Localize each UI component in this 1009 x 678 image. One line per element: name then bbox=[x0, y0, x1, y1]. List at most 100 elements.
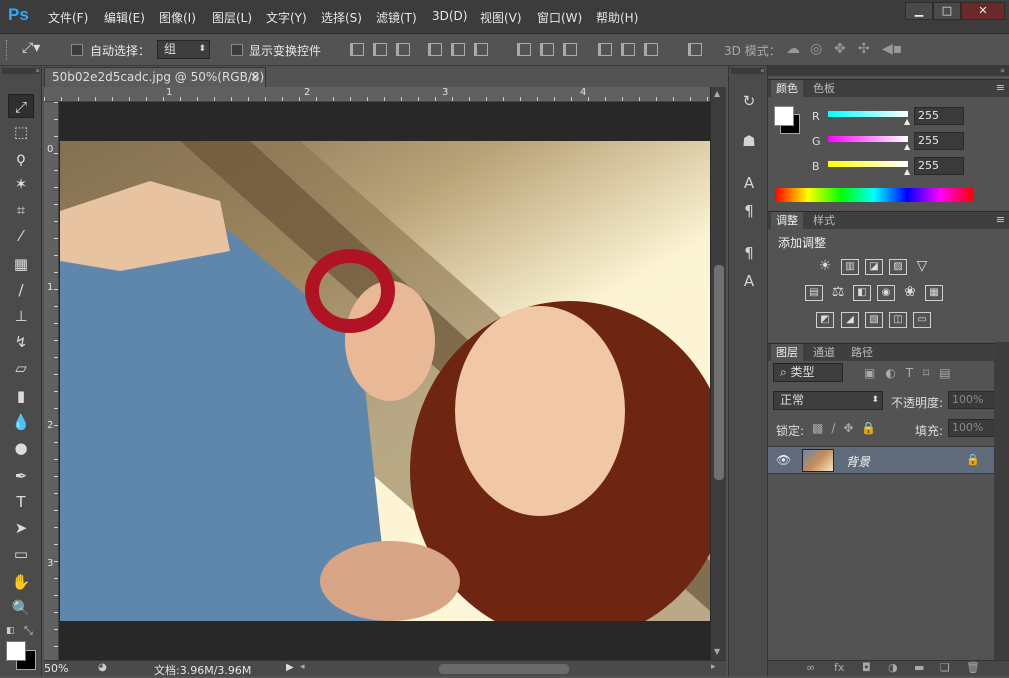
dodge-tool-icon[interactable]: ● bbox=[8, 436, 34, 460]
scroll-right-icon[interactable]: ▸ bbox=[711, 662, 716, 672]
r-value-input[interactable]: 255 bbox=[914, 107, 964, 125]
auto-select-dropdown[interactable]: 组 ⬍ bbox=[157, 40, 210, 59]
tab-swatches[interactable]: 色板 bbox=[808, 80, 840, 98]
tab-channels[interactable]: 通道 bbox=[808, 344, 840, 362]
paragraph-styles-icon[interactable]: A bbox=[737, 270, 761, 292]
path-selection-tool-icon[interactable]: ➤ bbox=[8, 516, 34, 540]
layer-style-icon[interactable]: fx bbox=[834, 661, 844, 674]
zoom-tool-icon[interactable]: 🔍 bbox=[8, 596, 34, 620]
crop-tool-icon[interactable]: ⌗ bbox=[8, 198, 34, 222]
hand-tool-icon[interactable]: ✋ bbox=[8, 570, 34, 594]
tab-paths[interactable]: 路径 bbox=[846, 344, 878, 362]
distribute-hcenter-icon[interactable] bbox=[621, 43, 635, 56]
paragraph-panel-icon[interactable]: ¶ bbox=[737, 200, 761, 222]
menu-edit[interactable]: 编辑(E) bbox=[104, 9, 145, 26]
blend-mode-dropdown[interactable]: 正常 ⬍ bbox=[773, 391, 883, 410]
b-slider-handle-icon[interactable]: ▲ bbox=[904, 167, 910, 176]
layers-scrollbar[interactable] bbox=[994, 342, 1009, 660]
history-brush-tool-icon[interactable]: ↯ bbox=[8, 330, 34, 354]
healing-brush-tool-icon[interactable]: ▦ bbox=[8, 252, 34, 276]
scroll-up-icon[interactable]: ▲ bbox=[714, 89, 720, 98]
levels-icon[interactable]: ▥ bbox=[841, 259, 859, 275]
show-transform-checkbox[interactable] bbox=[231, 44, 243, 56]
tab-color[interactable]: 颜色 bbox=[771, 80, 803, 98]
link-layers-icon[interactable]: ∞ bbox=[806, 661, 815, 674]
r-channel-slider[interactable] bbox=[828, 111, 908, 117]
r-slider-handle-icon[interactable]: ▲ bbox=[904, 117, 910, 126]
layer-filter-icons[interactable]: ▣◐T⌑▤ bbox=[864, 366, 961, 380]
vertical-scroll-thumb[interactable] bbox=[714, 265, 724, 480]
move-tool-preset-icon[interactable]: ⤢▾ bbox=[22, 40, 40, 56]
menu-window[interactable]: 窗口(W) bbox=[537, 9, 582, 26]
distribute-bottom-icon[interactable] bbox=[563, 43, 577, 56]
color-panel-menu-icon[interactable]: ≡ bbox=[996, 81, 1005, 94]
scroll-left-icon[interactable]: ◂ bbox=[300, 662, 305, 672]
menu-file[interactable]: 文件(F) bbox=[48, 9, 88, 26]
tab-styles[interactable]: 样式 bbox=[808, 212, 840, 230]
character-styles-icon[interactable]: ¶ bbox=[737, 242, 761, 264]
panels-collapse-icon[interactable]: » bbox=[768, 66, 1009, 76]
g-channel-slider[interactable] bbox=[828, 136, 908, 142]
horizontal-scroll-thumb[interactable] bbox=[439, 664, 569, 674]
add-mask-icon[interactable]: ◘ bbox=[862, 661, 871, 674]
toolbar-collapse-icon[interactable]: » bbox=[2, 67, 40, 75]
photo-filter-icon[interactable]: ◉ bbox=[877, 285, 895, 301]
align-bottom-icon[interactable] bbox=[396, 43, 410, 56]
menu-image[interactable]: 图像(I) bbox=[159, 9, 196, 26]
magic-wand-tool-icon[interactable]: ✶ bbox=[8, 172, 34, 196]
menu-3d[interactable]: 3D(D) bbox=[432, 9, 467, 23]
pen-tool-icon[interactable]: ✒ bbox=[8, 464, 34, 488]
adjustments-panel-menu-icon[interactable]: ≡ bbox=[996, 213, 1005, 226]
layer-name[interactable]: 背景 bbox=[846, 453, 870, 470]
b-value-input[interactable]: 255 bbox=[914, 157, 964, 175]
move-tool-icon[interactable]: ⤢ bbox=[8, 94, 34, 118]
g-value-input[interactable]: 255 bbox=[914, 132, 964, 150]
character-panel-icon[interactable]: A bbox=[737, 172, 761, 194]
3d-rotate-icon[interactable]: ☁ bbox=[786, 41, 800, 57]
exposure-icon[interactable]: ▨ bbox=[889, 259, 907, 275]
invert-icon[interactable]: ◩ bbox=[816, 312, 834, 328]
close-tab-icon[interactable]: × bbox=[250, 68, 260, 86]
panel-foreground-swatch[interactable] bbox=[774, 106, 794, 126]
3d-roll-icon[interactable]: ◎ bbox=[810, 41, 822, 57]
clone-stamp-tool-icon[interactable]: ⊥ bbox=[8, 304, 34, 328]
gradient-tool-icon[interactable]: ▮ bbox=[8, 384, 34, 408]
actions-panel-icon[interactable]: ☗ bbox=[737, 130, 761, 152]
scroll-down-icon[interactable]: ▼ bbox=[714, 647, 720, 656]
vibrance-icon[interactable]: ▽ bbox=[913, 259, 931, 275]
foreground-color-swatch[interactable] bbox=[6, 641, 26, 661]
marquee-tool-icon[interactable]: ⬚ bbox=[8, 120, 34, 144]
b-channel-slider[interactable] bbox=[828, 161, 908, 167]
blur-tool-icon[interactable]: 💧 bbox=[8, 410, 34, 434]
align-vcenter-icon[interactable] bbox=[373, 43, 387, 56]
document-image[interactable] bbox=[60, 141, 710, 621]
tab-layers[interactable]: 图层 bbox=[771, 344, 803, 362]
color-lookup-icon[interactable]: ▦ bbox=[925, 285, 943, 301]
minimize-button[interactable]: ▁ bbox=[905, 2, 933, 20]
layer-filter-dropdown[interactable]: ⌕ 类型 bbox=[773, 363, 843, 382]
3d-scale-icon[interactable]: ◀▪ bbox=[882, 41, 902, 57]
distribute-vcenter-icon[interactable] bbox=[540, 43, 554, 56]
3d-drag-icon[interactable]: ✥ bbox=[834, 41, 846, 57]
zoom-level[interactable]: 50% bbox=[44, 662, 68, 675]
delete-layer-icon[interactable]: 🗑 bbox=[966, 661, 980, 674]
eye-icon[interactable]: 👁 bbox=[776, 453, 791, 467]
new-layer-icon[interactable]: ❏ bbox=[940, 661, 950, 674]
rectangle-tool-icon[interactable]: ▭ bbox=[8, 542, 34, 566]
color-spectrum-bar[interactable] bbox=[775, 188, 973, 202]
g-slider-handle-icon[interactable]: ▲ bbox=[904, 142, 910, 151]
close-window-button[interactable]: ✕ bbox=[961, 2, 1005, 20]
lock-icons[interactable]: ▩∕✥🔒 bbox=[812, 421, 884, 435]
black-white-icon[interactable]: ◧ bbox=[853, 285, 871, 301]
status-menu-arrow-icon[interactable]: ▶ bbox=[286, 662, 294, 673]
menu-help[interactable]: 帮助(H) bbox=[596, 9, 638, 26]
distribute-right-icon[interactable] bbox=[644, 43, 658, 56]
lasso-tool-icon[interactable]: ϙ bbox=[8, 146, 34, 170]
eraser-tool-icon[interactable]: ▱ bbox=[8, 356, 34, 380]
menu-layer[interactable]: 图层(L) bbox=[212, 9, 252, 26]
distribute-left-icon[interactable] bbox=[598, 43, 612, 56]
color-balance-icon[interactable]: ⚖ bbox=[829, 285, 847, 301]
new-adjustment-layer-icon[interactable]: ◑ bbox=[888, 661, 898, 674]
layer-row-background[interactable]: 👁 背景 🔒 bbox=[768, 446, 994, 474]
auto-select-checkbox[interactable] bbox=[71, 44, 83, 56]
